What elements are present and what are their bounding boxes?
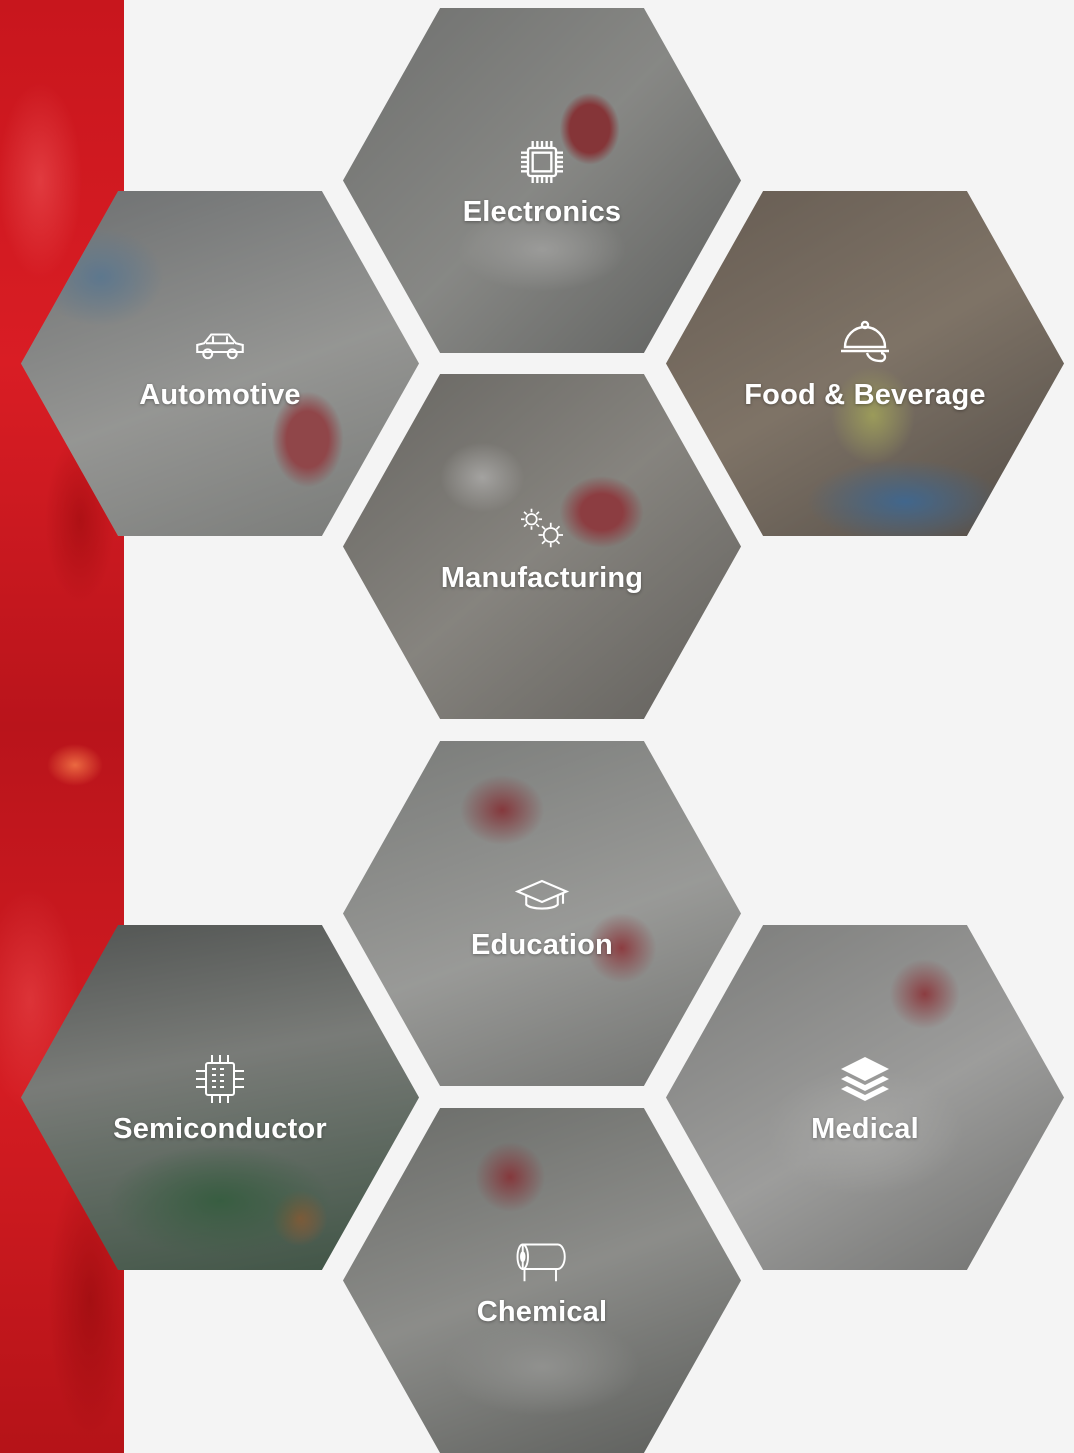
industry-tile-chemical[interactable]: Chemical [343,1108,741,1453]
graduation-cap-icon [510,865,574,925]
paper-roll-icon [510,1232,574,1292]
industry-tile-food-beverage[interactable]: Food & Beverage [666,191,1064,536]
microchip-icon [188,1049,252,1109]
industry-label: Chemical [476,1296,608,1328]
chip-icon [510,132,574,192]
industry-label: Manufacturing [440,562,644,594]
industry-label: Education [471,929,613,961]
industry-tile-education[interactable]: Education [343,741,741,1086]
industry-label: Automotive [139,379,301,411]
car-icon [188,315,252,375]
industry-label: Food & Beverage [744,379,986,411]
industry-tile-electronics[interactable]: Electronics [343,8,741,353]
cloche-icon [833,315,897,375]
industry-label: Semiconductor [113,1113,327,1145]
layers-icon [833,1049,897,1109]
industry-tile-medical[interactable]: Medical [666,925,1064,1270]
gears-icon [510,498,574,558]
industry-label: Medical [811,1113,919,1145]
industry-label: Electronics [462,196,622,228]
industry-tile-manufacturing[interactable]: Manufacturing [343,374,741,719]
